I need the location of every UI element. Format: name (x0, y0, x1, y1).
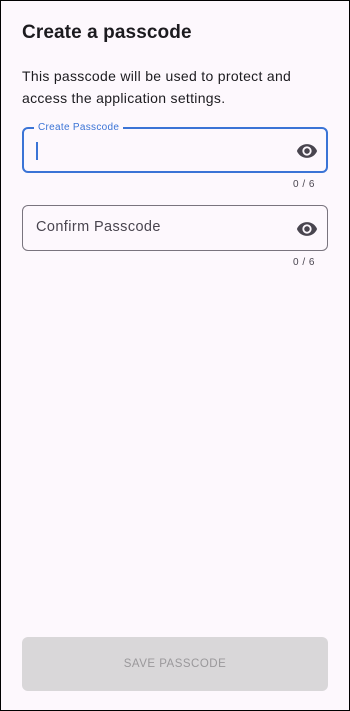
create-passcode-counter: 0 / 6 (293, 179, 315, 190)
confirm-passcode-counter: 0 / 6 (293, 257, 315, 268)
eye-icon[interactable] (296, 218, 318, 240)
page-title: Create a passcode (22, 22, 192, 43)
confirm-passcode-field[interactable]: Confirm Passcode (22, 205, 328, 251)
create-passcode-label: Create Passcode (34, 121, 124, 135)
confirm-passcode-label: Confirm Passcode (36, 219, 161, 235)
page-description: This passcode will be used to protect an… (22, 68, 292, 106)
save-passcode-button[interactable]: SAVE PASSCODE (22, 637, 328, 691)
eye-icon[interactable] (296, 140, 318, 162)
passcode-screen: Create a passcode This passcode will be … (0, 0, 350, 711)
text-cursor (36, 142, 38, 160)
create-passcode-field[interactable]: Create Passcode (22, 121, 328, 173)
